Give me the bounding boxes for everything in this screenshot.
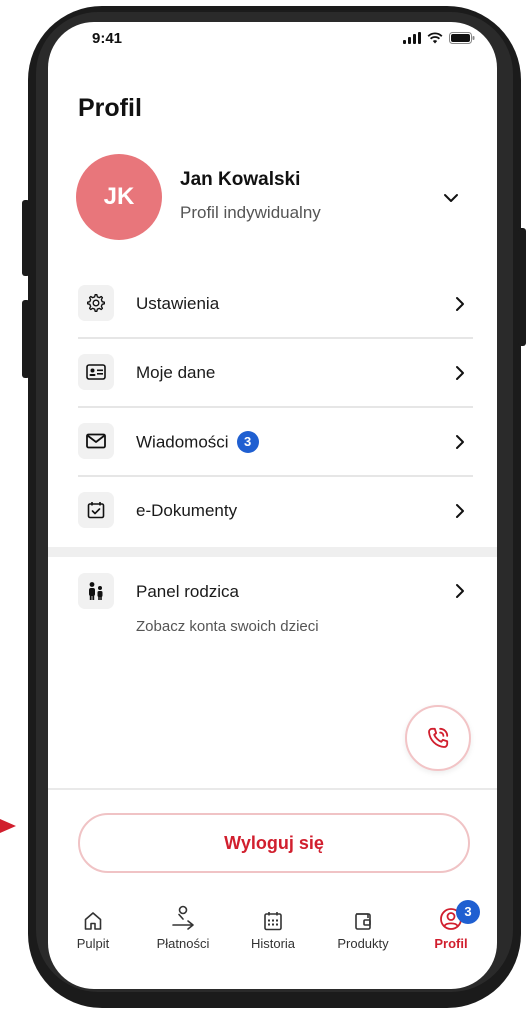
status-time: 9:41 <box>92 30 123 47</box>
bottom-separator <box>48 788 497 790</box>
menu-item-my-data[interactable]: Moje dane <box>48 339 497 408</box>
avatar-initials: JK <box>103 183 135 210</box>
messages-badge: 3 <box>236 431 259 453</box>
signal-icon <box>403 32 421 44</box>
calendar-grid-icon <box>264 912 282 931</box>
menu-item-text: Wiadomości <box>136 432 229 452</box>
envelope-icon <box>86 433 106 449</box>
tab-historia[interactable]: Historia <box>228 897 318 951</box>
menu-item-e-documents[interactable]: e-Dokumenty <box>48 477 497 546</box>
menu-item-label: Moje dane <box>136 363 216 382</box>
menu-icon-box <box>78 492 114 528</box>
section-separator <box>48 547 497 557</box>
family-icon <box>89 582 103 600</box>
tab-platnosci[interactable]: Płatności <box>138 897 228 951</box>
chevron-right-icon <box>456 504 464 518</box>
avatar[interactable]: JK <box>76 154 162 240</box>
chevron-right-icon <box>456 297 464 311</box>
menu-item-label: e-Dokumenty <box>136 501 238 520</box>
profile-name: Jan Kowalski <box>180 169 301 190</box>
menu-icon-box <box>78 573 114 609</box>
tab-icon-wrap <box>138 897 228 931</box>
tab-icon-wrap <box>318 897 408 931</box>
parent-panel-label: Panel rodzica <box>136 582 240 601</box>
pointer-arrow <box>0 819 16 833</box>
tab-bar: Pulpit Płatności Historia Produkty Profi… <box>48 897 497 967</box>
profile-switch-button[interactable] <box>443 190 459 208</box>
chevron-right-icon <box>456 366 464 380</box>
profile-type: Profil indywidualny <box>180 203 321 222</box>
menu-item-settings[interactable]: Ustawienia <box>48 270 497 339</box>
menu-item-parent-panel[interactable]: Panel rodzica Zobacz konta swoich dzieci <box>48 557 497 647</box>
chevron-right-icon <box>456 435 464 449</box>
calendar-check-icon <box>87 502 105 519</box>
tab-icon-wrap <box>228 897 318 931</box>
tab-pulpit[interactable]: Pulpit <box>48 897 138 951</box>
status-bar: 9:41 <box>48 22 497 62</box>
menu-item-label: Ustawienia <box>136 294 220 313</box>
menu-item-label: Wiadomości 3 <box>136 431 259 454</box>
battery-icon <box>449 32 475 44</box>
chevron-down-icon <box>444 194 458 202</box>
tab-label: Historia <box>250 936 296 951</box>
menu-item-messages[interactable]: Wiadomości 3 <box>48 408 497 477</box>
transfer-icon <box>172 905 194 930</box>
volume-up-button <box>22 200 30 276</box>
tab-label: Produkty <box>337 936 389 951</box>
menu-icon-box <box>78 285 114 321</box>
phone-screen: 9:41 Profil JK Jan Kowalski Profil indyw… <box>48 22 497 989</box>
status-icons <box>403 32 475 44</box>
logout-label: Wyloguj się <box>224 832 324 853</box>
wallet-icon <box>355 913 371 930</box>
page-title: Profil <box>78 94 142 122</box>
id-card-icon <box>86 364 106 380</box>
logout-button[interactable]: Wyloguj się <box>78 813 470 873</box>
call-button[interactable] <box>405 705 471 771</box>
volume-down-button <box>22 300 30 378</box>
power-button <box>518 228 526 346</box>
menu-icon-box <box>78 423 114 459</box>
tab-label: Profil <box>434 936 468 951</box>
profile-tab-badge: 3 <box>456 900 480 924</box>
parent-panel-subtitle: Zobacz konta swoich dzieci <box>136 618 319 635</box>
tab-profil[interactable]: Profil 3 <box>406 897 496 951</box>
chevron-right-icon <box>456 584 464 598</box>
tab-icon-wrap <box>406 897 496 931</box>
home-icon <box>84 912 102 930</box>
menu-icon-box <box>78 354 114 390</box>
phone-icon <box>428 727 449 748</box>
tab-produkty[interactable]: Produkty <box>318 897 408 951</box>
tab-icon-wrap <box>48 897 138 931</box>
tab-label: Płatności <box>156 936 210 951</box>
wifi-icon <box>427 32 443 44</box>
gear-icon <box>87 294 106 312</box>
tab-label: Pulpit <box>76 936 110 951</box>
